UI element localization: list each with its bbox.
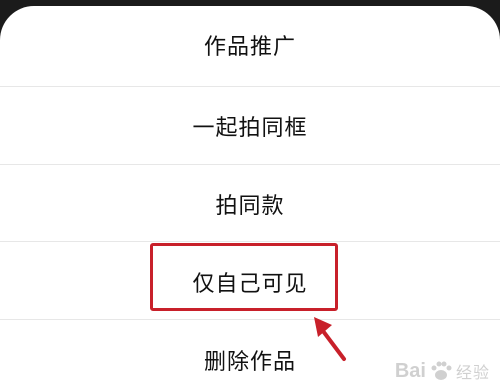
paw-icon bbox=[431, 361, 452, 380]
menu-item-shoot-together[interactable]: 一起拍同框 bbox=[0, 87, 500, 164]
baidu-jingyan-watermark: Bai 经验 bbox=[395, 359, 490, 383]
pointer-arrow-icon bbox=[314, 317, 346, 361]
highlight-box bbox=[150, 243, 338, 311]
bottom-action-sheet: 作品推广 一起拍同框 拍同款 仅自己可见 删除作品 bbox=[0, 6, 500, 391]
watermark-suffix: 经验 bbox=[455, 365, 490, 382]
menu-item-label: 一起拍同框 bbox=[192, 115, 308, 141]
menu-item-label: 删除作品 bbox=[203, 349, 296, 375]
menu-item-label: 拍同款 bbox=[215, 193, 285, 219]
menu-item-label: 作品推广 bbox=[203, 34, 296, 60]
menu-item-shoot-same[interactable]: 拍同款 bbox=[0, 165, 500, 242]
divider bbox=[0, 241, 500, 242]
menu-item-promote-work[interactable]: 作品推广 bbox=[0, 6, 500, 83]
screenshot-frame: 作品推广 一起拍同框 拍同款 仅自己可见 删除作品 Bai 经验 bbox=[0, 0, 500, 391]
watermark-brand: Bai bbox=[394, 359, 426, 382]
divider bbox=[0, 319, 500, 320]
